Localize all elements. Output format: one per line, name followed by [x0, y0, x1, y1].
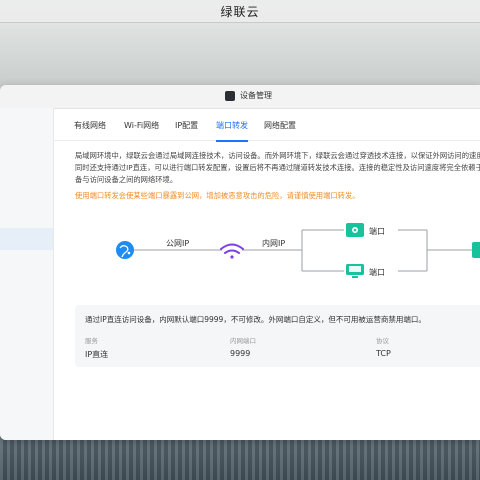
window-titlebar: 设备管理: [0, 85, 480, 109]
app-title: 绿联云: [220, 5, 260, 19]
header-service: 服务: [85, 337, 98, 345]
public-ip-label: 公网IP: [166, 239, 189, 248]
header-protocol: 协议: [376, 337, 389, 345]
info-panel: 通过IP直连访问设备，内网默认端口9999，不可修改。外网端口自定义，但不可用被…: [75, 305, 480, 367]
warning-text: 使用端口转发会使某些端口暴露到公网，增加被恶意攻击的危险，请谨慎使用端口转发。: [75, 191, 360, 200]
active-tab-indicator: [216, 140, 248, 142]
tab-ip-config[interactable]: IP配置: [175, 120, 198, 131]
device-management-icon: [225, 91, 235, 101]
lan-ip-label: 内网IP: [262, 238, 285, 248]
device-icon: [472, 242, 480, 258]
port-label-top: 端口: [369, 226, 385, 236]
tab-network-config[interactable]: 网络配置: [264, 120, 296, 131]
tab-wired-network[interactable]: 有线网络: [74, 120, 106, 131]
header-internal-port: 内网端口: [230, 337, 256, 345]
cell-protocol: TCP: [376, 349, 391, 358]
tab-bar: 有线网络 Wi-Fi网络 IP配置 端口转发 网络配置: [53, 108, 480, 141]
internet-icon: [116, 241, 134, 259]
sidebar: [0, 108, 54, 440]
tab-port-forwarding[interactable]: 端口转发: [216, 120, 248, 131]
port-label-bottom: 端口: [369, 267, 385, 277]
app-titlebar: 绿联云: [0, 0, 480, 23]
sidebar-item-selected[interactable]: [0, 228, 53, 250]
wifi-icon: [220, 243, 244, 259]
cell-service: IP直连: [85, 350, 109, 359]
tab-wifi-network[interactable]: Wi-Fi网络: [124, 120, 159, 131]
description-text: 局域网环境中，绿联云会通过局域网连接技术，访问设备。而外网环境下，绿联云会通过穿…: [75, 151, 480, 184]
info-text: 通过IP直连访问设备，内网默认端口9999，不可修改。外网端口自定义，但不可用被…: [85, 315, 426, 324]
port-bottom-icon: [346, 264, 364, 278]
window-title: 设备管理: [240, 91, 272, 100]
network-diagram: 公网IP 内网IP 端口 端口: [116, 223, 480, 278]
port-top-icon: [346, 223, 364, 237]
cell-internal-port: 9999: [230, 349, 251, 358]
